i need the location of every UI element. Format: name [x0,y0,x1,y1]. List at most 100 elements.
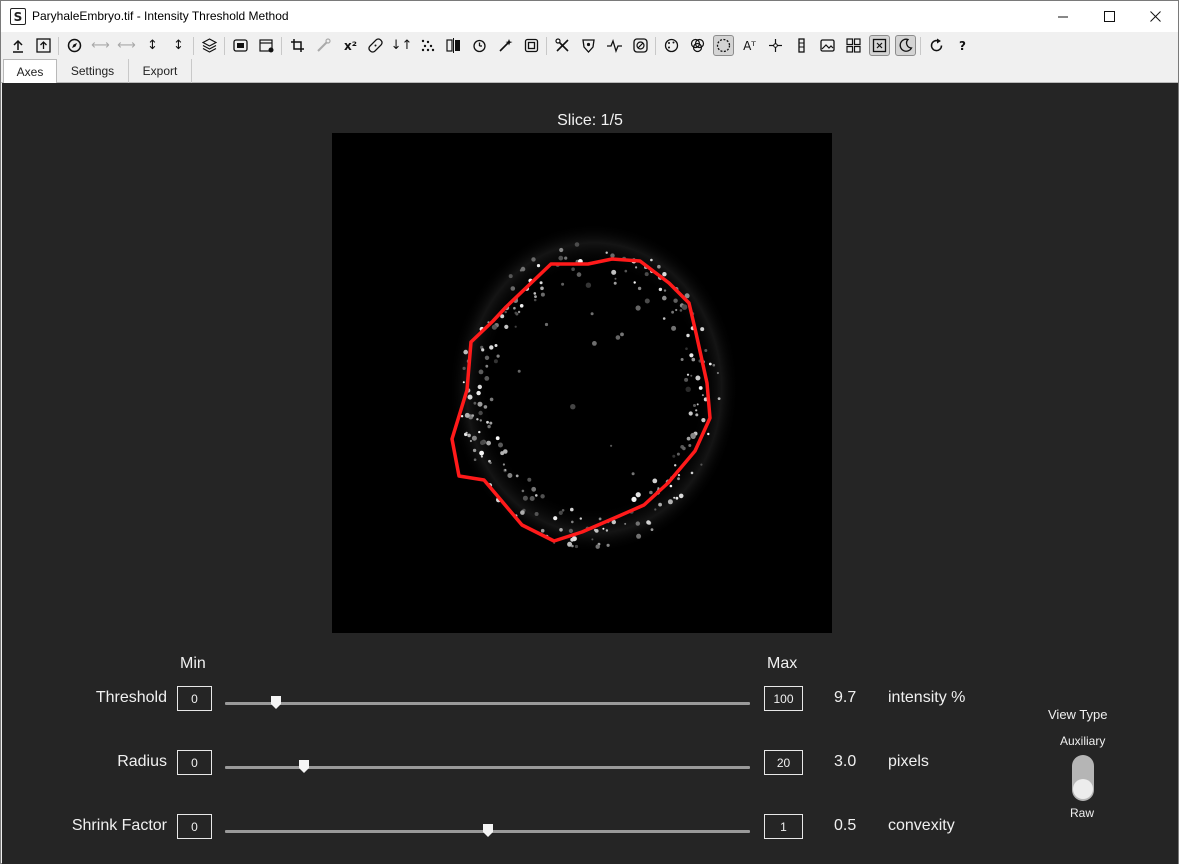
nucleus-dot [496,354,500,358]
export-icon[interactable] [33,35,54,56]
magic-wand-icon[interactable] [495,35,516,56]
nucleus-dot [693,404,696,407]
color-channels-icon[interactable] [687,35,708,56]
tools-icon[interactable] [552,35,573,56]
nucleus-dot [695,409,698,412]
compass-icon[interactable] [64,35,85,56]
nucleus-dot [685,386,691,392]
text-annotation-icon[interactable]: Aᵀ [739,35,760,56]
tab-bar: Axes Settings Export [1,59,1178,83]
nucleus-dot [686,436,691,441]
power-transform-icon[interactable]: x² [340,35,361,56]
nucleus-dot [465,431,468,434]
sort-arrows-icon[interactable]: ↓↑ [391,35,413,56]
view-type-label: View Type [1048,707,1108,722]
nucleus-dot [476,390,481,396]
slice-label: Slice: 1/5 [557,112,623,129]
close-box-icon[interactable] [869,35,890,56]
nucleus-dot [472,448,477,453]
shrink-factor-min-field[interactable]: 0 [177,814,212,839]
nucleus-dot [690,432,696,439]
nucleus-dot [467,394,473,400]
contrast-panel-icon[interactable] [230,35,251,56]
refresh-icon[interactable] [926,35,947,56]
nucleus-dot [650,528,654,531]
threshold-value: 9.7 [834,689,857,706]
scatter-dots-icon[interactable] [417,35,438,56]
threshold-label: Threshold [95,689,167,706]
view-type-toggle-knob[interactable] [1073,779,1093,799]
flip-icon[interactable] [443,35,464,56]
stretch-horizontal-icon[interactable]: ⟷ [116,35,137,56]
no-entry-icon[interactable] [630,35,651,56]
colorbar-icon[interactable] [791,35,812,56]
radius-slider-thumb[interactable] [298,760,309,773]
nucleus-dot [486,420,489,424]
nucleus-dot [533,292,537,295]
nucleus-dot [712,363,716,367]
layers-icon[interactable] [199,35,220,56]
nucleus-dot [535,494,538,497]
close-button[interactable] [1132,1,1178,32]
nucleus-dot [700,463,703,466]
nucleus-dot [675,496,679,500]
nucleus-dot [559,247,564,253]
nucleus-dot [695,413,699,417]
nucleus-dot [536,264,541,268]
nucleus-dot [700,327,705,332]
nucleus-dot [698,386,703,390]
shrink-factor-slider-thumb[interactable] [482,824,493,837]
nucleus-dot [644,298,650,304]
image-canvas[interactable] [332,133,832,633]
tab-axes[interactable]: Axes [3,59,57,83]
nucleus-dot [464,412,470,418]
crop-icon[interactable] [287,35,308,56]
threshold-slider-track[interactable] [225,702,750,705]
nucleus-dot [689,353,694,358]
image-icon[interactable] [817,35,838,56]
rotate-clock-icon[interactable] [469,35,490,56]
nucleus-dot [462,366,466,370]
view-type-toggle[interactable] [1072,755,1094,801]
nucleus-dot [558,510,563,515]
pan-horizontal-icon[interactable]: ⟷ [90,35,111,56]
shrink-factor-max-field[interactable]: 1 [764,814,803,839]
nucleus-dot [701,418,706,423]
upload-icon[interactable] [7,35,28,56]
bandage-icon[interactable] [365,35,386,56]
grid-layout-icon[interactable] [843,35,864,56]
shield-icon[interactable] [578,35,599,56]
nucleus-dot [631,496,637,502]
threshold-slider-thumb[interactable] [270,696,281,709]
window-settings-icon[interactable] [256,35,277,56]
crosshair-icon[interactable] [765,35,786,56]
nucleus-dot [521,489,525,493]
selection-circle-icon[interactable] [713,35,734,56]
nucleus-dot [489,421,493,425]
auxiliary-option-label[interactable]: Auxiliary [1060,734,1105,748]
tab-settings[interactable]: Settings [57,59,129,83]
title-bar[interactable]: S ParyhaleEmbryo.tif - Intensity Thresho… [1,1,1178,32]
nucleus-dot [481,348,485,352]
roi-frame-icon[interactable] [521,35,542,56]
raw-option-label[interactable]: Raw [1070,806,1094,820]
palette-icon[interactable] [661,35,682,56]
nucleus-dot [531,486,537,492]
radius-max-field[interactable]: 20 [764,750,803,775]
nucleus-dot [652,478,658,484]
minimize-icon [1058,16,1068,17]
stretch-vertical-icon[interactable]: ↕ [168,35,189,56]
threshold-min-field[interactable]: 0 [177,686,212,711]
maximize-button[interactable] [1086,1,1132,32]
nucleus-dot [471,435,477,441]
radius-min-field[interactable]: 0 [177,750,212,775]
minimize-button[interactable] [1040,1,1086,32]
threshold-max-field[interactable]: 100 [764,686,803,711]
dark-mode-moon-icon[interactable] [895,35,916,56]
nucleus-dot [483,405,488,409]
pan-vertical-icon[interactable]: ↕ [142,35,163,56]
signal-wave-icon[interactable] [604,35,625,56]
eyedropper-icon[interactable] [313,35,334,56]
help-icon[interactable]: ? [952,35,973,56]
tab-export[interactable]: Export [129,59,192,83]
